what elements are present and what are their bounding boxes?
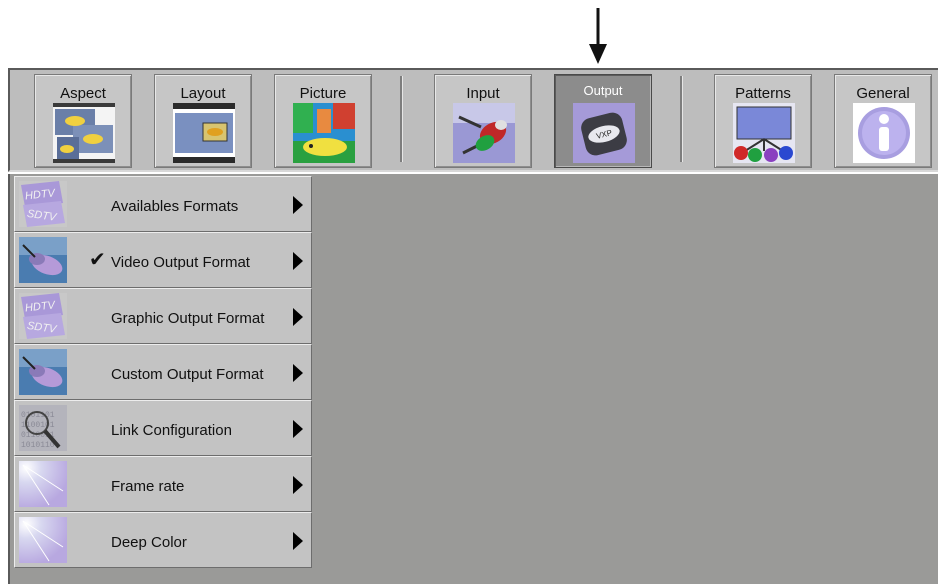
checkmark-icon: ✔ xyxy=(89,249,106,271)
video-cable-icon xyxy=(19,237,67,283)
menu-item-label: Availables Formats xyxy=(111,198,239,215)
main-toolbar: Aspect Layout Picture Input Output VXP P… xyxy=(8,68,938,172)
submenu-arrow-icon xyxy=(293,308,303,326)
submenu-arrow-icon xyxy=(293,252,303,270)
aspect-button[interactable]: Aspect xyxy=(34,74,132,168)
toolbar-separator xyxy=(400,76,403,162)
output-label: Output xyxy=(583,83,623,98)
menu-item-label: Frame rate xyxy=(111,478,185,495)
layout-label: Layout xyxy=(180,85,226,102)
output-vxp-icon: VXP xyxy=(573,103,635,163)
menu-item-graphic-output-format[interactable]: HDTV SDTV Graphic Output Format xyxy=(14,288,312,344)
patterns-icon xyxy=(733,103,795,163)
input-label: Input xyxy=(466,85,500,102)
menu-item-video-output-format[interactable]: ✔ Video Output Format xyxy=(14,232,312,288)
input-button[interactable]: Input xyxy=(434,74,532,168)
hdtv-sdtv-icon: HDTV SDTV xyxy=(19,181,67,227)
layout-icon xyxy=(173,103,235,163)
magnifier-binary-icon: 0101101 1100101 0110011 1010110 xyxy=(19,405,67,451)
light-flare-icon xyxy=(19,517,67,563)
output-button[interactable]: Output VXP xyxy=(554,74,652,168)
layout-button[interactable]: Layout xyxy=(154,74,252,168)
callout-arrow xyxy=(589,8,607,64)
submenu-arrow-icon xyxy=(293,532,303,550)
menu-item-link-configuration[interactable]: 0101101 1100101 0110011 1010110 Link Con… xyxy=(14,400,312,456)
picture-label: Picture xyxy=(299,85,347,102)
picture-button[interactable]: Picture xyxy=(274,74,372,168)
video-cable-icon xyxy=(19,349,67,395)
submenu-arrow-icon xyxy=(293,196,303,214)
patterns-button[interactable]: Patterns xyxy=(714,74,812,168)
input-cable-icon xyxy=(453,103,515,163)
screen: Aspect Layout Picture Input Output VXP P… xyxy=(0,0,938,584)
svg-text:1010110: 1010110 xyxy=(21,441,55,450)
menu-item-deep-color[interactable]: Deep Color xyxy=(14,512,312,568)
menu-item-label: Graphic Output Format xyxy=(111,310,265,327)
info-icon xyxy=(853,103,915,163)
menu-item-label: Video Output Format xyxy=(111,254,250,271)
light-flare-icon xyxy=(19,461,67,507)
patterns-label: Patterns xyxy=(735,85,791,102)
picture-icon xyxy=(293,103,355,163)
menu-item-frame-rate[interactable]: Frame rate xyxy=(14,456,312,512)
general-label: General xyxy=(856,85,910,102)
hdtv-sdtv-icon: HDTV SDTV xyxy=(19,293,67,339)
menu-item-label: Link Configuration xyxy=(111,422,232,439)
output-menu: HDTV SDTV Availables Formats ✔ Video Out… xyxy=(14,176,312,568)
menu-item-custom-output-format[interactable]: Custom Output Format xyxy=(14,344,312,400)
submenu-arrow-icon xyxy=(293,364,303,382)
aspect-icon xyxy=(53,103,115,163)
menu-item-label: Deep Color xyxy=(111,534,187,551)
menu-item-availables-formats[interactable]: HDTV SDTV Availables Formats xyxy=(14,176,312,232)
submenu-arrow-icon xyxy=(293,420,303,438)
toolbar-separator-2 xyxy=(680,76,683,162)
general-button[interactable]: General xyxy=(834,74,932,168)
aspect-label: Aspect xyxy=(60,85,106,102)
submenu-arrow-icon xyxy=(293,476,303,494)
menu-item-label: Custom Output Format xyxy=(111,366,264,383)
